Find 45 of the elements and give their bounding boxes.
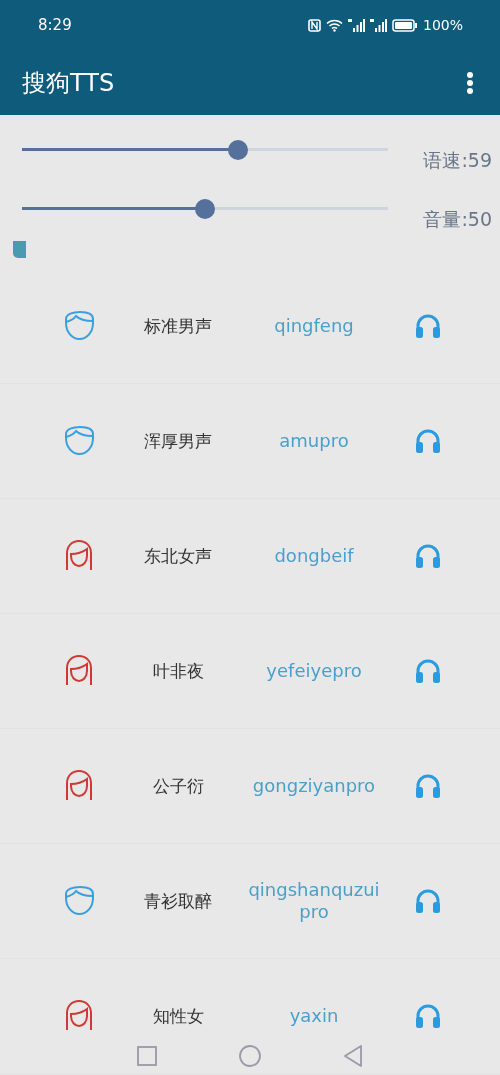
- male-avatar-icon: [62, 886, 95, 916]
- headphones-icon[interactable]: [415, 774, 441, 798]
- voice-id: dongbeif: [274, 544, 354, 568]
- slider-thumb[interactable]: [227, 139, 248, 160]
- voice-name: 叶非夜: [151, 659, 205, 683]
- voice-name: 标准男声: [143, 314, 213, 338]
- wifi-icon: [325, 18, 343, 32]
- signal-icon: [369, 18, 387, 32]
- voice-name: 东北女声: [143, 544, 213, 568]
- headphones-icon[interactable]: [415, 659, 441, 683]
- nfc-icon: [307, 18, 321, 32]
- more-menu-icon[interactable]: [466, 70, 474, 95]
- recent-apps-icon[interactable]: [137, 1046, 157, 1066]
- voice-name: 知性女: [151, 1004, 205, 1028]
- app-title: 搜狗TTS: [22, 67, 115, 99]
- tab-marker: [13, 241, 26, 258]
- slider-thumb[interactable]: [195, 198, 215, 219]
- signal-icon: [347, 18, 365, 32]
- voice-id: yaxin: [289, 1004, 339, 1028]
- voice-name: 青衫取醉: [143, 889, 213, 913]
- voice-id: amupro: [279, 429, 349, 453]
- voice-id: gongziyanpro: [252, 774, 376, 798]
- battery-percentage: 100%: [422, 17, 463, 33]
- voice-id: yefeiyepro: [266, 659, 362, 683]
- female-avatar-icon: [63, 1000, 94, 1032]
- headphones-icon[interactable]: [415, 429, 441, 453]
- headphones-icon[interactable]: [415, 544, 441, 568]
- headphones-icon[interactable]: [415, 314, 441, 338]
- back-icon[interactable]: [343, 1045, 363, 1067]
- male-avatar-icon: [62, 311, 95, 341]
- female-avatar-icon: [63, 770, 94, 802]
- female-avatar-icon: [63, 540, 94, 572]
- headphones-icon[interactable]: [415, 1004, 441, 1028]
- home-icon[interactable]: [239, 1045, 261, 1067]
- status-time: 8:29: [38, 16, 72, 34]
- slider-label: 语速:59: [423, 147, 492, 173]
- voice-name: 浑厚男声: [143, 429, 213, 453]
- male-avatar-icon: [62, 426, 95, 456]
- voice-id: qingshanquzui pro: [247, 878, 381, 924]
- headphones-icon[interactable]: [415, 889, 441, 913]
- female-avatar-icon: [63, 655, 94, 687]
- voice-name: 公子衍: [151, 774, 205, 798]
- battery-icon: [391, 18, 418, 32]
- slider-label: 音量:50: [423, 206, 492, 232]
- voice-id: qingfeng: [274, 314, 354, 338]
